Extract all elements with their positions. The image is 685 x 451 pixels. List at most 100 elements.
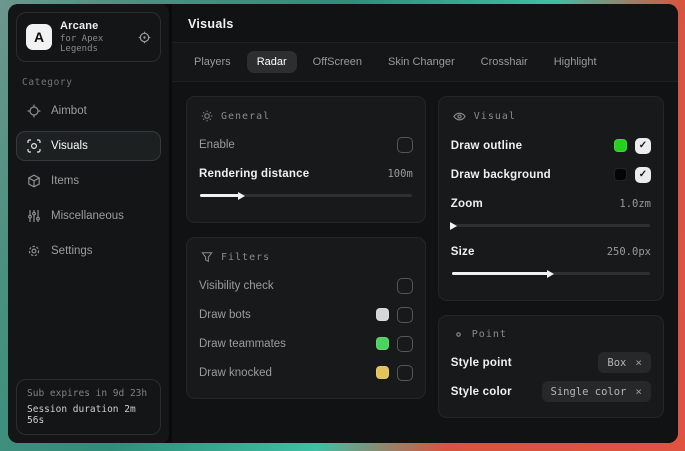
sidebar: A Arcane for Apex Legends Category [8, 4, 172, 443]
tab-offscreen[interactable]: OffScreen [303, 51, 372, 73]
slider-thumb[interactable] [547, 270, 554, 278]
style-color-chip[interactable]: Single color × [542, 381, 651, 402]
style-point-row: Style point Box × [451, 350, 651, 375]
style-color-row: Style color Single color × [451, 379, 651, 404]
color-swatch[interactable] [614, 168, 627, 181]
size-label: Size [451, 246, 475, 258]
rendering-distance-label: Rendering distance [199, 168, 309, 180]
app-logo: A [26, 24, 52, 50]
session-duration-text: Session duration 2m 56s [27, 404, 150, 426]
tab-highlight[interactable]: Highlight [544, 51, 607, 73]
rendering-distance-slider[interactable] [200, 191, 412, 200]
chip-value: Box [607, 357, 626, 369]
enable-checkbox[interactable] [397, 137, 413, 153]
rendering-distance-row: Rendering distance 100m [199, 161, 413, 186]
sidebar-item-label: Items [51, 175, 79, 187]
main-header: Visuals [172, 4, 678, 43]
tab-players[interactable]: Players [184, 51, 241, 73]
sidebar-item-visuals[interactable]: Visuals [16, 131, 161, 161]
draw-teammates-row: Draw teammates [199, 331, 413, 356]
chip-value: Single color [551, 386, 627, 398]
draw-outline-label: Draw outline [451, 140, 522, 152]
chip-remove-icon[interactable]: × [635, 356, 642, 369]
draw-outline-checkbox[interactable]: ✓ [635, 138, 651, 154]
size-slider[interactable] [452, 269, 650, 278]
enable-label: Enable [199, 139, 235, 151]
tab-skin-changer[interactable]: Skin Changer [378, 51, 465, 73]
filters-panel-title: Filters [221, 252, 270, 263]
sidebar-item-items[interactable]: Items [16, 166, 161, 196]
sun-icon [201, 110, 213, 122]
general-panel-title: General [221, 111, 270, 122]
sidebar-nav: Aimbot Visuals Items [16, 96, 161, 266]
rendering-distance-value: 100m [387, 168, 412, 180]
content: General Enable Rendering distance 100m [172, 82, 678, 443]
color-swatch[interactable] [376, 366, 389, 379]
color-swatch[interactable] [376, 337, 389, 350]
sidebar-item-settings[interactable]: Settings [16, 236, 161, 266]
visual-panel: Visual Draw outline ✓ Draw background [438, 96, 664, 301]
tab-bar: Players Radar OffScreen Skin Changer Cro… [172, 43, 678, 82]
point-panel: Point Style point Box × Style color Sing… [438, 315, 664, 418]
app-window: A Arcane for Apex Legends Category [8, 4, 678, 443]
general-panel-header: General [201, 110, 411, 122]
app-subtitle: for Apex Legends [60, 34, 130, 54]
dot-icon [453, 329, 464, 340]
style-color-label: Style color [451, 386, 512, 398]
sidebar-item-label: Aimbot [51, 105, 87, 117]
tab-crosshair[interactable]: Crosshair [471, 51, 538, 73]
zoom-slider[interactable] [452, 221, 650, 230]
size-value: 250.0px [607, 246, 651, 258]
session-card: Sub expires in 9d 23h Session duration 2… [16, 379, 161, 435]
sidebar-item-label: Visuals [51, 140, 88, 152]
right-column: Visual Draw outline ✓ Draw background [438, 96, 664, 418]
filters-panel: Filters Visibility check Draw bots [186, 237, 426, 399]
draw-knocked-checkbox[interactable] [397, 365, 413, 381]
sliders-icon [27, 209, 41, 223]
point-panel-title: Point [472, 329, 507, 340]
filters-panel-header: Filters [201, 251, 411, 263]
slider-thumb[interactable] [450, 222, 457, 230]
page-title: Visuals [188, 17, 662, 31]
style-point-label: Style point [451, 357, 512, 369]
draw-background-checkbox[interactable]: ✓ [635, 167, 651, 183]
draw-bots-row: Draw bots [199, 302, 413, 327]
point-panel-header: Point [453, 329, 649, 340]
draw-knocked-label: Draw knocked [199, 367, 272, 379]
scan-eye-icon [27, 139, 41, 153]
style-point-chip[interactable]: Box × [598, 352, 651, 373]
draw-teammates-label: Draw teammates [199, 338, 286, 350]
crosshair-icon [27, 104, 41, 118]
tab-radar[interactable]: Radar [247, 51, 297, 73]
profile-card: A Arcane for Apex Legends [16, 12, 161, 62]
draw-outline-row: Draw outline ✓ [451, 133, 651, 158]
visual-panel-title: Visual [474, 111, 516, 122]
draw-knocked-row: Draw knocked [199, 360, 413, 385]
zoom-row: Zoom 1.0zm [451, 191, 651, 216]
chip-remove-icon[interactable]: × [635, 385, 642, 398]
gear-icon [27, 244, 41, 258]
visibility-check-label: Visibility check [199, 280, 274, 292]
draw-bots-checkbox[interactable] [397, 307, 413, 323]
zoom-value: 1.0zm [619, 198, 651, 210]
draw-background-row: Draw background ✓ [451, 162, 651, 187]
target-icon[interactable] [138, 31, 151, 44]
sub-expires-text: Sub expires in 9d 23h [27, 388, 150, 399]
main-area: Visuals Players Radar OffScreen Skin Cha… [172, 4, 678, 443]
enable-row: Enable [199, 132, 413, 157]
sidebar-item-aimbot[interactable]: Aimbot [16, 96, 161, 126]
visibility-check-checkbox[interactable] [397, 278, 413, 294]
sidebar-spacer [16, 266, 161, 379]
category-label: Category [22, 77, 155, 88]
visual-panel-header: Visual [453, 110, 649, 123]
cube-icon [27, 174, 41, 188]
color-swatch[interactable] [376, 308, 389, 321]
sidebar-item-label: Miscellaneous [51, 210, 124, 222]
draw-teammates-checkbox[interactable] [397, 336, 413, 352]
general-panel: General Enable Rendering distance 100m [186, 96, 426, 223]
sidebar-item-miscellaneous[interactable]: Miscellaneous [16, 201, 161, 231]
funnel-icon [201, 251, 213, 263]
color-swatch[interactable] [614, 139, 627, 152]
draw-background-label: Draw background [451, 169, 551, 181]
slider-thumb[interactable] [238, 192, 245, 200]
